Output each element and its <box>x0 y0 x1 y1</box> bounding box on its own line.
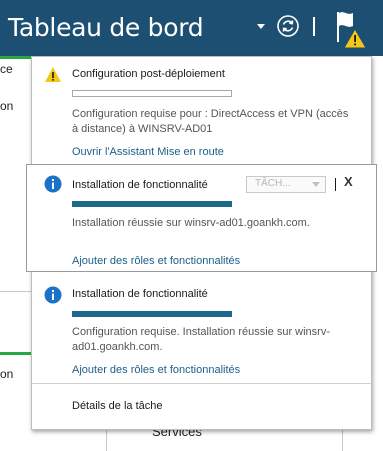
tasks-dropdown-label: TÂCH... <box>255 178 291 189</box>
notifications-panel: Configuration post-déploiement Configura… <box>26 56 377 430</box>
notification-title: Installation de fonctionnalité <box>72 179 208 191</box>
notification-description: Configuration requise. Installation réus… <box>72 326 331 353</box>
close-button[interactable]: X <box>344 174 353 189</box>
separator <box>335 178 336 191</box>
header-separator <box>313 17 315 36</box>
flag-icon[interactable] <box>334 10 368 50</box>
open-wizard-link[interactable]: Ouvrir l'Assistant Mise en route <box>72 146 224 158</box>
progress-bar <box>72 311 232 317</box>
divider <box>106 428 107 451</box>
info-icon <box>44 175 62 193</box>
chevron-down-icon[interactable] <box>257 24 265 29</box>
tile-accent <box>0 56 31 59</box>
add-roles-link[interactable]: Ajouter des rôles et fonctionnalités <box>72 364 240 376</box>
warning-icon <box>343 28 367 49</box>
add-roles-link[interactable]: Ajouter des rôles et fonctionnalités <box>72 255 240 267</box>
tile-label-fragment: ce <box>0 62 13 76</box>
progress-bar <box>72 90 232 97</box>
divider <box>0 291 31 292</box>
progress-bar <box>72 201 232 207</box>
notification-description: Configuration requise pour : DirectAcces… <box>72 108 349 135</box>
tile-label-fragment: on <box>0 99 14 113</box>
notification-title: Installation de fonctionnalité <box>72 288 208 300</box>
notification-title: Configuration post-déploiement <box>72 68 225 80</box>
divider <box>32 383 371 384</box>
tile-accent <box>0 352 31 355</box>
warning-icon <box>45 67 61 82</box>
progress-fill <box>72 201 232 207</box>
page-title: Tableau de bord <box>8 13 204 42</box>
tasks-dropdown[interactable]: TÂCH... <box>246 176 326 193</box>
chevron-down-icon <box>312 182 320 187</box>
tile-label-fragment: on <box>0 367 14 381</box>
notification-description: Installation réussie sur winsrv-ad01.goa… <box>72 217 310 229</box>
divider <box>342 428 343 451</box>
refresh-icon[interactable] <box>276 14 300 38</box>
info-icon <box>44 286 62 304</box>
progress-fill <box>72 311 232 317</box>
header-bar: Tableau de bord <box>0 0 383 56</box>
task-details-link[interactable]: Détails de la tâche <box>72 400 163 412</box>
